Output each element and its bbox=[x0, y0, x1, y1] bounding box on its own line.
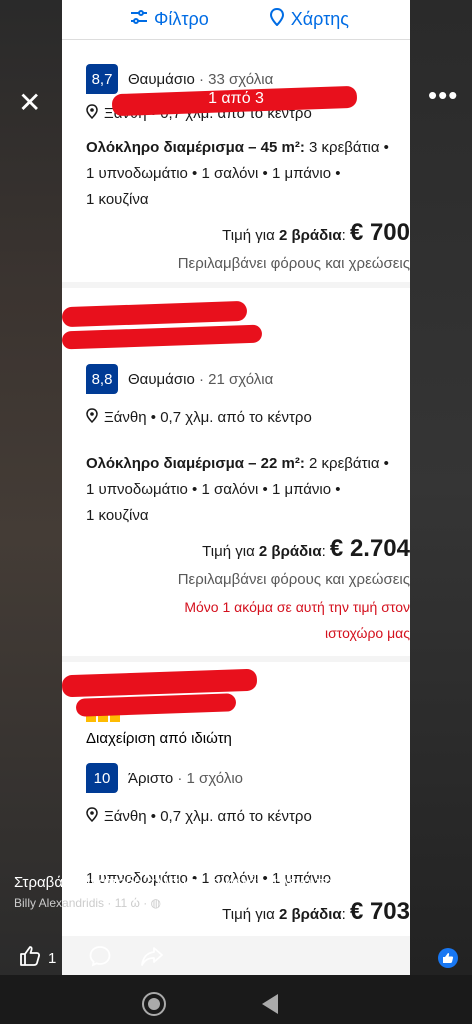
author-meta: Billy Alexandridis · 11 ώ · bbox=[14, 896, 151, 910]
room-details: Ολόκληρο διαμέρισμα – 22 m²: 2 κρεβάτια … bbox=[86, 451, 410, 529]
location-pin-icon bbox=[86, 807, 98, 826]
room-title: Ολόκληρο διαμέρισμα – 45 m²: bbox=[86, 139, 305, 156]
thumbs-up-icon bbox=[18, 944, 42, 972]
price-prefix: Τιμή για bbox=[222, 906, 279, 923]
nights: 2 βράδια bbox=[258, 543, 322, 560]
top-bar: Φίλτρο Χάρτης bbox=[62, 0, 410, 40]
taxes-note: Περιλαμβάνει φόρους και χρεώσεις bbox=[177, 571, 410, 588]
room-line-3: 1 κουζίνα bbox=[86, 191, 149, 208]
price-prefix: Τιμή για bbox=[202, 543, 259, 560]
price: € 703 bbox=[349, 898, 410, 925]
score-badge: 8,8 bbox=[86, 364, 118, 394]
rating-row: 10 Άριστο · 1 σχόλιο bbox=[86, 763, 410, 793]
hosted-by: Διαχείριση από ιδιώτη bbox=[86, 730, 232, 747]
background-right bbox=[410, 0, 472, 975]
more-options-icon[interactable]: ••• bbox=[428, 80, 458, 111]
room-line-2: 1 υπνοδωμάτιο • 1 σαλόνι • 1 μπάνιο • bbox=[86, 481, 341, 498]
property-card-1[interactable]: 8,7 Θαυμάσιο · 33 σχόλια Ξάνθη • 0,7 χλμ… bbox=[62, 40, 410, 282]
share-button[interactable] bbox=[140, 944, 164, 972]
score-badge: 10 bbox=[86, 763, 118, 793]
filter-button[interactable]: Φίλτρο bbox=[130, 9, 209, 30]
background-left bbox=[0, 0, 62, 975]
action-bar: 1 bbox=[0, 940, 472, 974]
price-row: Τιμή για 2 βράδια: € 2.704 bbox=[202, 535, 410, 562]
property-card-2[interactable]: 8,8 Θαυμάσιο · 21 σχόλια Ξάνθη • 0,7 χλμ… bbox=[62, 288, 410, 656]
price-row: Τιμή για 2 βράδια: € 700 bbox=[222, 219, 410, 246]
post-author[interactable]: Billy Alexandridis · 11 ώ · ◍ bbox=[14, 896, 161, 910]
location-row: Ξάνθη • 0,7 χλμ. από το κέντρο bbox=[86, 408, 410, 427]
tag-icon[interactable] bbox=[384, 86, 412, 119]
room-line-3: 1 κουζίνα bbox=[86, 507, 149, 524]
warning-line-1: Μόνο 1 ακόμα σε αυτή την τιμή στον bbox=[184, 599, 410, 615]
android-nav-bar bbox=[0, 975, 472, 1024]
map-pin-icon bbox=[269, 7, 285, 31]
globe-icon: ◍ bbox=[150, 896, 162, 910]
warning-line-2: ιστοχώρο μας bbox=[325, 625, 410, 641]
sliders-icon bbox=[130, 9, 148, 30]
location-row: Ξάνθη • 0,7 χλμ. από το κέντρο bbox=[86, 807, 410, 826]
review-count: 21 σχόλια bbox=[208, 370, 274, 388]
location-text: Ξάνθη • 0,7 χλμ. από το κέντρο bbox=[104, 409, 312, 426]
red-scribble-redaction bbox=[62, 324, 263, 350]
rating-text: Θαυμάσιο bbox=[128, 370, 195, 388]
room-title: Ολόκληρο διαμέρισμα – 22 m²: bbox=[86, 455, 305, 472]
taxes-note: Περιλαμβάνει φόρους και χρεώσεις bbox=[177, 255, 410, 272]
rating-text: Άριστο bbox=[128, 769, 174, 787]
price: € 700 bbox=[349, 219, 410, 246]
rating-label: Άριστο · 1 σχόλιο bbox=[128, 769, 244, 787]
like-count: 1 bbox=[48, 949, 57, 967]
rating-row: 8,8 Θαυμάσιο · 21 σχόλια bbox=[86, 364, 410, 394]
room-line-2: 1 υπνοδωμάτιο • 1 σαλόνι • 1 μπάνιο • bbox=[86, 165, 341, 182]
map-button[interactable]: Χάρτης bbox=[269, 7, 349, 31]
comment-button[interactable] bbox=[88, 944, 112, 972]
availability-warning: Μόνο 1 ακόμα σε αυτή την τιμή στον ιστοχ… bbox=[86, 594, 410, 646]
room-beds: 3 κρεβάτια • bbox=[304, 139, 389, 156]
back-button[interactable] bbox=[260, 993, 280, 1020]
price: € 2.704 bbox=[329, 535, 410, 562]
nights: 2 βράδια bbox=[278, 227, 342, 244]
post-caption: Στραβά κι ανάποδα αλλά και τα καλά να λέ… bbox=[14, 874, 337, 891]
like-button[interactable]: 1 bbox=[18, 944, 56, 972]
nights: 2 βράδια bbox=[278, 906, 342, 923]
screenshot-image: Φίλτρο Χάρτης 8,7 Θαυμάσιο · 33 σχόλια Ξ… bbox=[62, 0, 410, 975]
property-card-3[interactable]: Διαχείριση από ιδιώτη 10 Άριστο · 1 σχόλ… bbox=[62, 662, 410, 936]
review-count: 1 σχόλιο bbox=[186, 769, 244, 787]
price-prefix: Τιμή για bbox=[222, 227, 279, 244]
red-scribble-redaction bbox=[62, 300, 248, 328]
room-beds: 2 κρεβάτια • bbox=[304, 455, 389, 472]
map-label: Χάρτης bbox=[290, 9, 349, 29]
rating-label: Θαυμάσιο · 21 σχόλια bbox=[128, 370, 274, 388]
room-details: Ολόκληρο διαμέρισμα – 45 m²: 3 κρεβάτια … bbox=[86, 135, 410, 213]
like-reaction-icon bbox=[438, 948, 458, 968]
filter-label: Φίλτρο bbox=[154, 9, 209, 29]
share-icon bbox=[140, 944, 164, 972]
location-text: Ξάνθη • 0,7 χλμ. από το κέντρο bbox=[104, 808, 312, 825]
comment-icon bbox=[88, 944, 112, 972]
viewer-top-bar: ✕ 1 από 3 ••• bbox=[0, 78, 472, 128]
home-button[interactable] bbox=[141, 991, 167, 1022]
location-pin-icon bbox=[86, 408, 98, 427]
